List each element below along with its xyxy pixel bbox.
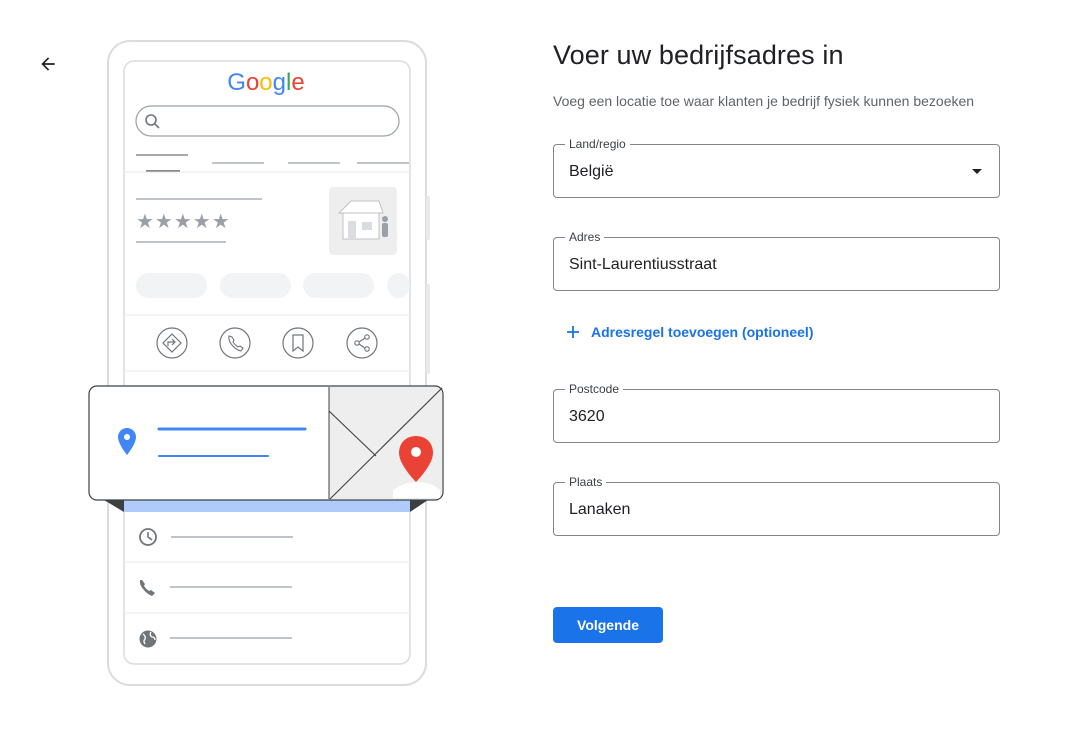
city-input[interactable]: [569, 500, 969, 520]
page-subtitle: Voeg een locatie toe waar klanten je bed…: [553, 93, 975, 109]
country-value: België: [569, 163, 614, 180]
call-icon: [219, 327, 251, 359]
country-label: Land/regio: [565, 137, 630, 151]
dropdown-arrow-icon: [972, 169, 982, 174]
mock-rating-stars: ★★★★★: [136, 211, 231, 233]
bookmark-icon: [282, 327, 314, 359]
share-icon: [346, 327, 378, 359]
google-logo: Google: [227, 69, 304, 96]
next-button[interactable]: Volgende: [553, 607, 663, 643]
address-field[interactable]: Adres: [553, 230, 1000, 291]
address-input[interactable]: [569, 255, 969, 275]
country-select[interactable]: Land/regio België: [553, 137, 1000, 198]
directions-icon: [156, 327, 188, 359]
phone-screen: [123, 60, 411, 665]
postcode-input[interactable]: [569, 407, 969, 427]
page-title: Voer uw bedrijfsadres in: [553, 40, 844, 70]
city-label: Plaats: [565, 475, 607, 489]
address-label: Adres: [565, 230, 605, 244]
add-address-line-button[interactable]: Adresregel toevoegen (optioneel): [565, 322, 813, 342]
mock-search-bar: [135, 105, 400, 137]
postcode-label: Postcode: [565, 382, 624, 396]
plus-icon: [565, 322, 581, 342]
postcode-field[interactable]: Postcode: [553, 382, 1000, 443]
globe-icon: [139, 630, 157, 648]
city-field[interactable]: Plaats: [553, 475, 1000, 536]
add-address-line-label: Adresregel toevoegen (optioneel): [591, 324, 814, 340]
business-profile-illustration: Google ★★★★★: [0, 0, 460, 741]
